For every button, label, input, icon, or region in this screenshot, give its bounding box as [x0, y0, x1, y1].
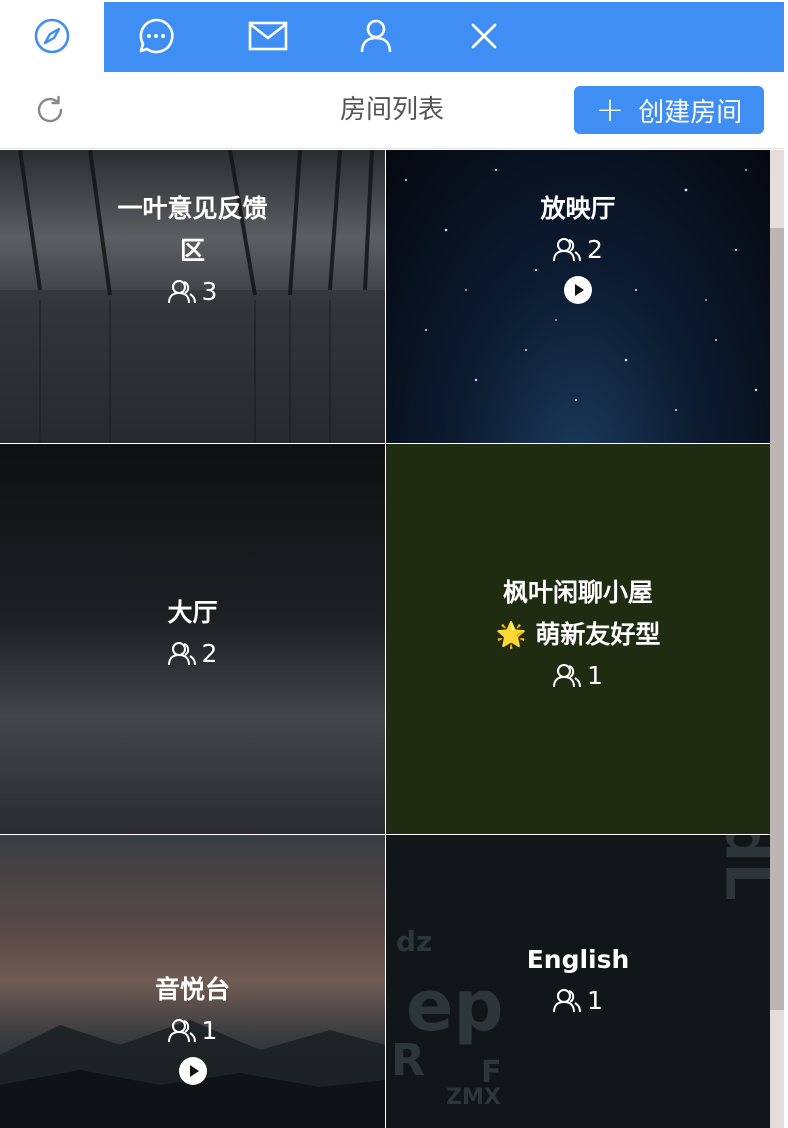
- tab-profile[interactable]: [324, 0, 428, 72]
- tab-bar: [0, 0, 784, 72]
- page-header: 房间列表 + 创建房间: [0, 72, 784, 149]
- create-room-button[interactable]: + 创建房间: [574, 86, 764, 134]
- member-count: 1: [386, 656, 770, 696]
- playing-icon: [178, 1057, 207, 1085]
- room-name: 音悦台: [154, 975, 230, 1004]
- member-count-value: 3: [201, 277, 218, 306]
- plus-icon: +: [595, 90, 625, 130]
- create-room-label: 创建房间: [638, 97, 743, 128]
- member-count: 1: [0, 1011, 385, 1051]
- close-icon: [471, 23, 497, 49]
- playing-icon: [564, 276, 592, 304]
- room-grid: 一叶意见反馈 区 3 放映厅 2 大厅 2 枫叶闲聊小屋 🌟 萌新友好型 1 音…: [0, 150, 770, 1128]
- member-count: 2: [386, 230, 770, 270]
- scrollbar-thumb[interactable]: [770, 228, 784, 1010]
- users-icon: [553, 664, 582, 688]
- refresh-icon[interactable]: [34, 94, 66, 126]
- page-title: 房间列表: [339, 95, 444, 125]
- compass-icon: [34, 18, 70, 54]
- room-card[interactable]: 一叶意见反馈 区 3: [0, 150, 385, 443]
- room-name: 🌟 萌新友好型: [495, 620, 661, 649]
- room-card[interactable]: 放映厅 2: [386, 150, 770, 443]
- room-name: 大厅: [167, 598, 218, 627]
- room-card[interactable]: 音悦台 1: [0, 835, 385, 1128]
- member-count-value: 1: [587, 986, 603, 1015]
- tab-chat[interactable]: [104, 0, 208, 72]
- room-name: 区: [179, 236, 205, 265]
- mail-icon: [248, 21, 288, 51]
- tab-discover[interactable]: [0, 0, 104, 72]
- users-icon: [553, 238, 582, 262]
- room-name: 枫叶闲聊小屋: [502, 578, 653, 607]
- member-count-value: 2: [587, 235, 603, 264]
- member-count-value: 2: [201, 639, 218, 668]
- tab-close[interactable]: [432, 0, 536, 72]
- room-name: English: [526, 945, 630, 974]
- users-icon: [167, 1019, 196, 1043]
- member-count-value: 1: [587, 661, 603, 690]
- window-edge: [784, 0, 788, 1128]
- room-card[interactable]: 大厅 2: [0, 444, 385, 834]
- tab-mail[interactable]: [216, 0, 320, 72]
- user-icon: [360, 19, 392, 53]
- room-name: 一叶意见反馈: [117, 194, 268, 223]
- users-icon: [553, 989, 582, 1013]
- room-name: 放映厅: [540, 194, 616, 223]
- room-card[interactable]: 枫叶闲聊小屋 🌟 萌新友好型 1: [386, 444, 770, 834]
- users-icon: [167, 642, 196, 666]
- users-icon: [167, 280, 196, 304]
- member-count: 3: [0, 272, 385, 312]
- member-count: 1: [386, 981, 770, 1021]
- chat-bubble-icon: [139, 18, 174, 54]
- member-count-value: 1: [201, 1016, 218, 1045]
- room-card[interactable]: dL dz ep F R ZMX English 1: [386, 835, 770, 1128]
- member-count: 2: [0, 634, 385, 674]
